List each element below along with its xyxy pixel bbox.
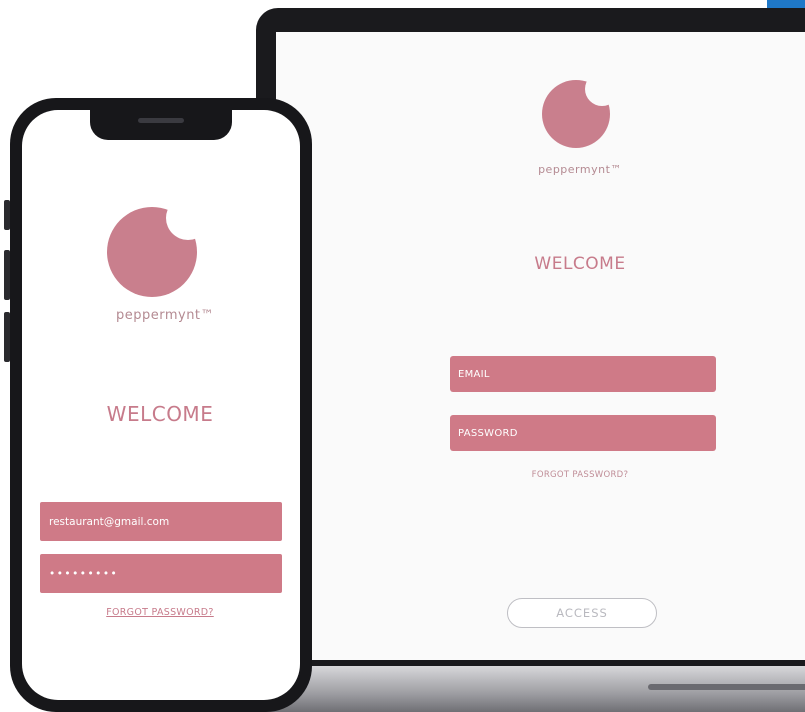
phone-welcome-heading: WELCOME [106,402,214,426]
laptop-base-notch [648,684,805,690]
laptop-brand-name: peppermynt™ [538,163,622,176]
laptop-access-button[interactable]: ACCESS [507,598,657,628]
laptop-password-input[interactable]: PASSWORD [450,415,716,451]
phone-volume-up-button [4,250,10,300]
laptop-forgot-password-link[interactable]: FORGOT PASSWORD? [480,470,680,480]
laptop-password-placeholder: PASSWORD [458,427,518,439]
phone-mute-button [4,200,10,230]
peppermynt-logo-icon [542,80,610,148]
phone-email-value: restaurant@gmail.com [49,515,170,528]
laptop-welcome-heading: WELCOME [534,254,626,274]
phone-password-input[interactable]: ••••••••• [40,554,282,593]
phone-speaker [138,118,184,123]
phone-volume-down-button [4,312,10,362]
phone-brand-name: peppermynt™ [115,308,215,323]
phone-forgot-password-link[interactable]: FORGOT PASSWORD? [60,607,260,618]
peppermynt-logo-icon [107,207,197,297]
laptop-email-placeholder: EMAIL [458,368,490,380]
laptop-email-input[interactable]: EMAIL [450,356,716,392]
phone-password-value: ••••••••• [49,567,119,580]
phone-notch [90,108,232,140]
phone-email-input[interactable]: restaurant@gmail.com [40,502,282,541]
device-mockup-scene: peppermynt™ WELCOME EMAIL PASSWORD FORGO… [0,0,805,712]
